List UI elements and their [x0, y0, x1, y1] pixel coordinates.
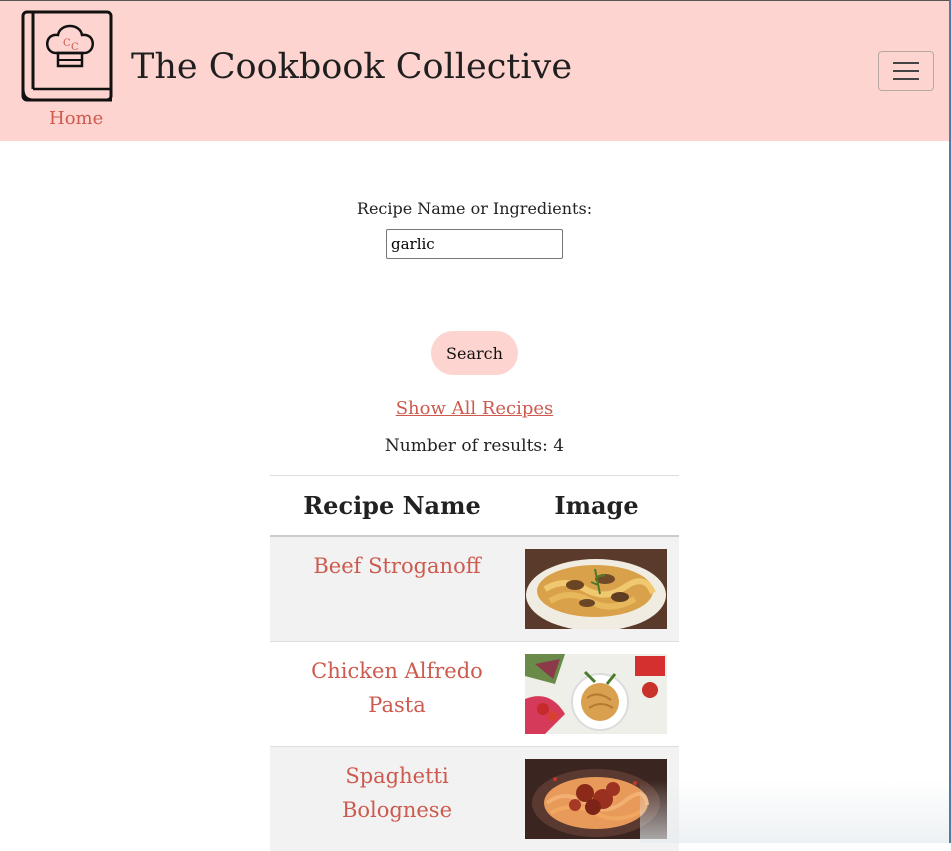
- recipe-link-beef-stroganoff[interactable]: Beef Stroganoff: [270, 537, 514, 583]
- search-input[interactable]: [386, 229, 563, 259]
- home-link[interactable]: Home: [49, 108, 103, 129]
- table-row: Chicken Alfredo Pasta: [270, 642, 679, 747]
- recipe-name-cell: Chicken Alfredo Pasta: [270, 642, 514, 747]
- svg-text:C: C: [71, 42, 79, 53]
- results-table: Recipe Name Image Beef Stroganoff: [270, 475, 679, 851]
- hamburger-menu-icon: [893, 70, 919, 72]
- beef-stroganoff-photo[interactable]: [525, 549, 667, 629]
- column-header-recipe-name: Recipe Name: [270, 476, 514, 537]
- recipe-image-cell: [514, 642, 679, 747]
- table-row: Beef Stroganoff: [270, 536, 679, 642]
- table-header-row: Recipe Name Image: [270, 476, 679, 537]
- chicken-alfredo-photo[interactable]: [525, 654, 667, 734]
- navbar: C C Home The Cookbook Collective: [0, 0, 951, 141]
- cookbook-logo[interactable]: C C: [20, 9, 116, 105]
- column-header-image: Image: [514, 476, 679, 537]
- search-button[interactable]: Search: [431, 331, 518, 375]
- hamburger-menu-button[interactable]: [878, 51, 934, 91]
- hamburger-menu-icon: [893, 62, 919, 64]
- table-row: Spaghetti Bolognese: [270, 747, 679, 851]
- svg-text:C: C: [63, 38, 71, 49]
- recipe-image-cell: [514, 536, 679, 642]
- show-all-recipes-link[interactable]: Show All Recipes: [396, 398, 554, 419]
- search-label: Recipe Name or Ingredients:: [0, 199, 949, 218]
- site-title: The Cookbook Collective: [131, 47, 572, 87]
- spaghetti-bolognese-photo[interactable]: [525, 759, 667, 839]
- result-count: Number of results: 4: [0, 436, 949, 456]
- recipe-name-cell: Spaghetti Bolognese: [270, 747, 514, 851]
- window-bottom-shadow: [640, 780, 951, 843]
- hamburger-menu-icon: [893, 78, 919, 80]
- recipe-name-cell: Beef Stroganoff: [270, 536, 514, 642]
- recipe-link-spaghetti-bolognese[interactable]: Spaghetti Bolognese: [270, 747, 514, 827]
- recipe-link-chicken-alfredo-pasta[interactable]: Chicken Alfredo Pasta: [270, 642, 514, 722]
- recipe-image-cell: [514, 747, 679, 851]
- show-all-container: Show All Recipes: [0, 398, 949, 419]
